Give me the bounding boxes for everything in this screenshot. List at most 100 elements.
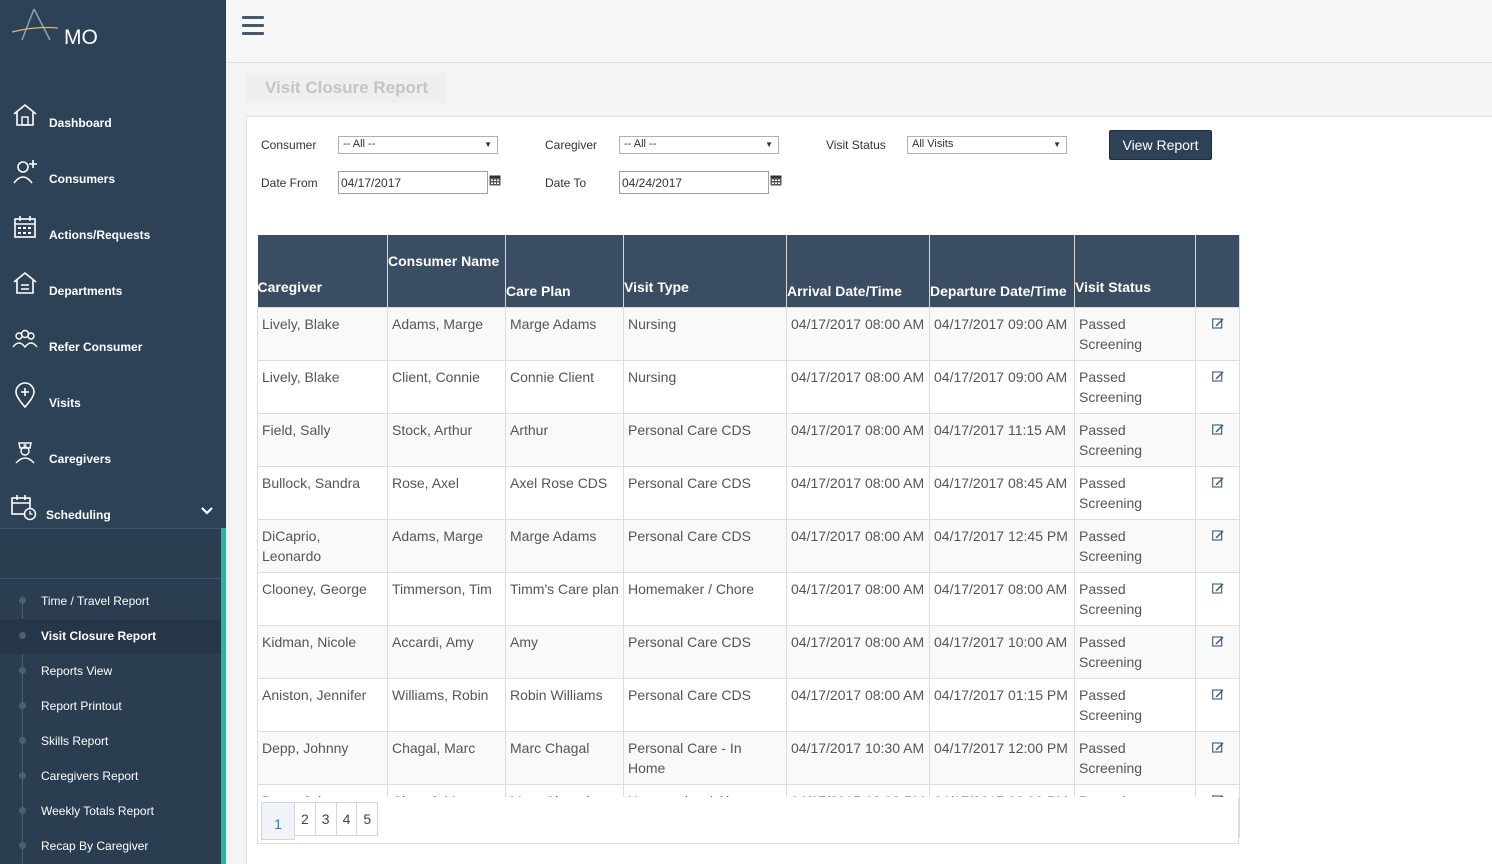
edit-icon[interactable] xyxy=(1212,688,1224,700)
sidebar-item-refer-consumer[interactable]: Refer Consumer xyxy=(0,314,226,370)
view-report-button[interactable]: View Report xyxy=(1109,130,1212,160)
submenu-item-caregivers-report[interactable]: Caregivers Report xyxy=(0,759,221,794)
sidebar-item-visits[interactable]: Visits xyxy=(0,370,226,426)
bullet-icon xyxy=(19,772,26,779)
header-actions xyxy=(1195,235,1240,307)
submenu-item-visit-closure-report[interactable]: Visit Closure Report xyxy=(0,619,221,654)
cell-care-plan: Timm's Care plan xyxy=(505,571,624,626)
edit-icon[interactable] xyxy=(1212,423,1224,435)
cell-actions xyxy=(1195,624,1240,679)
sidebar-item-label: Dashboard xyxy=(49,116,112,130)
calendar-grid-icon xyxy=(11,213,39,241)
edit-icon[interactable] xyxy=(1212,370,1224,382)
table-row: Lively, Blake Client, Connie Connie Client… xyxy=(257,359,1240,414)
submenu-item-skills-report[interactable]: Skills Report xyxy=(0,724,221,759)
house-icon xyxy=(11,101,39,129)
cell-caregiver: Field, Sally xyxy=(257,412,388,467)
cell-caregiver: Kidman, Nicole xyxy=(257,624,388,679)
header-visit-status[interactable]: Visit Status xyxy=(1074,235,1196,307)
consumer-label: Consumer xyxy=(261,138,317,152)
date-from-input[interactable] xyxy=(338,171,488,194)
page-button-5[interactable]: 5 xyxy=(356,802,379,836)
cell-departure: 04/17/2017 11:15 AM xyxy=(929,412,1075,467)
cell-visit-status: Passed Screening xyxy=(1074,677,1196,732)
cell-caregiver: DiCaprio, Leonardo xyxy=(257,518,388,573)
caregiver-select[interactable]: -- All -- ▼ xyxy=(619,136,779,154)
cell-actions xyxy=(1195,571,1240,626)
map-pin-plus-icon xyxy=(11,381,39,409)
page-title: Visit Closure Report xyxy=(265,78,429,97)
cell-caregiver: Clooney, George xyxy=(257,571,388,626)
chevron-down-icon: ▼ xyxy=(765,140,773,149)
cell-consumer-name: Chagal, Marc xyxy=(387,730,506,785)
sidebar-item-label: Departments xyxy=(49,284,123,298)
cell-caregiver: Aniston, Jennifer xyxy=(257,677,388,732)
submenu-item-label: Visit Closure Report xyxy=(41,629,157,643)
submenu-item-reports-view[interactable]: Reports View xyxy=(0,654,221,689)
edit-icon[interactable] xyxy=(1212,741,1224,753)
cell-actions xyxy=(1195,412,1240,467)
calendar-icon[interactable] xyxy=(489,174,501,186)
visit-status-select[interactable]: All Visits ▼ xyxy=(907,136,1067,154)
cell-arrival: 04/17/2017 08:00 AM xyxy=(786,412,930,467)
sidebar-item-dashboard[interactable]: Dashboard xyxy=(0,90,226,146)
pager-container xyxy=(257,797,1239,844)
cell-consumer-name: Williams, Robin xyxy=(387,677,506,732)
header-visit-type[interactable]: Visit Type xyxy=(623,235,787,307)
edit-icon[interactable] xyxy=(1212,317,1224,329)
bullet-icon xyxy=(19,632,26,639)
edit-icon[interactable] xyxy=(1212,476,1224,488)
edit-icon[interactable] xyxy=(1212,529,1224,541)
page-button-1[interactable]: 1 xyxy=(261,802,295,840)
cell-arrival: 04/17/2017 08:00 AM xyxy=(786,306,930,361)
table-row: Lively, Blake Adams, Marge Marge Adams Nurs… xyxy=(257,306,1240,361)
edit-icon[interactable] xyxy=(1212,635,1224,647)
submenu-item-label: Report Printout xyxy=(41,699,122,713)
cell-consumer-name: Timmerson, Tim xyxy=(387,571,506,626)
cell-actions xyxy=(1195,730,1240,785)
caregiver-select-value: -- All -- xyxy=(624,138,657,150)
building-icon xyxy=(11,269,39,297)
submenu-item-weekly-totals-report[interactable]: Weekly Totals Report xyxy=(0,794,221,829)
nurse-icon xyxy=(11,437,39,465)
sidebar-item-label: Actions/Requests xyxy=(49,228,151,242)
table-row: Aniston, Jennifer Williams, Robin Robin Wi… xyxy=(257,677,1240,732)
cell-consumer-name: Accardi, Amy xyxy=(387,624,506,679)
sidebar-item-consumers[interactable]: Consumers xyxy=(0,146,226,202)
page-button-4[interactable]: 4 xyxy=(335,802,358,836)
date-to-input[interactable] xyxy=(619,171,769,194)
edit-icon[interactable] xyxy=(1212,582,1224,594)
date-from-label: Date From xyxy=(261,176,318,190)
page-button-2[interactable]: 2 xyxy=(294,802,316,836)
sidebar-item-label: Refer Consumer xyxy=(49,340,143,354)
top-bar xyxy=(226,0,1492,63)
cell-visit-status: Passed Screening xyxy=(1074,412,1196,467)
sidebar-item-actions-requests[interactable]: Actions/Requests xyxy=(0,202,226,258)
header-consumer-name[interactable]: Consumer Name xyxy=(387,235,506,307)
consumer-select[interactable]: -- All -- ▼ xyxy=(338,136,498,154)
chevron-down-icon[interactable] xyxy=(200,504,214,518)
submenu-item-recap-by-caregiver[interactable]: Recap By Caregiver xyxy=(0,829,221,864)
menu-toggle-icon[interactable] xyxy=(242,16,264,36)
cell-visit-status: Passed Screening xyxy=(1074,571,1196,626)
submenu-item-report-printout[interactable]: Report Printout xyxy=(0,689,221,724)
submenu-item-label: Skills Report xyxy=(41,734,109,748)
cell-visit-status: Passed Screening xyxy=(1074,730,1196,785)
cell-visit-type: Personal Care CDS xyxy=(623,677,787,732)
sidebar-item-caregivers[interactable]: Caregivers xyxy=(0,426,226,482)
cell-visit-status: Passed Screening xyxy=(1074,624,1196,679)
table-row: Clooney, George Timmerson, Tim Timm's Care… xyxy=(257,571,1240,626)
page-button-3[interactable]: 3 xyxy=(314,802,337,836)
cell-visit-status: Passed Screening xyxy=(1074,465,1196,520)
header-care-plan[interactable]: Care Plan xyxy=(505,235,624,307)
sidebar-item-departments[interactable]: Departments xyxy=(0,258,226,314)
header-departure[interactable]: Departure Date/Time xyxy=(929,235,1075,307)
header-arrival[interactable]: Arrival Date/Time xyxy=(786,235,930,307)
cell-consumer-name: Client, Connie xyxy=(387,359,506,414)
submenu-item-label: Caregivers Report xyxy=(41,769,139,783)
submenu-item-time-travel-report[interactable]: Time / Travel Report xyxy=(0,584,221,619)
header-caregiver[interactable]: Caregiver xyxy=(257,235,388,307)
calendar-icon[interactable] xyxy=(770,174,782,186)
cell-visit-type: Personal Care CDS xyxy=(623,465,787,520)
cell-care-plan: Arthur xyxy=(505,412,624,467)
